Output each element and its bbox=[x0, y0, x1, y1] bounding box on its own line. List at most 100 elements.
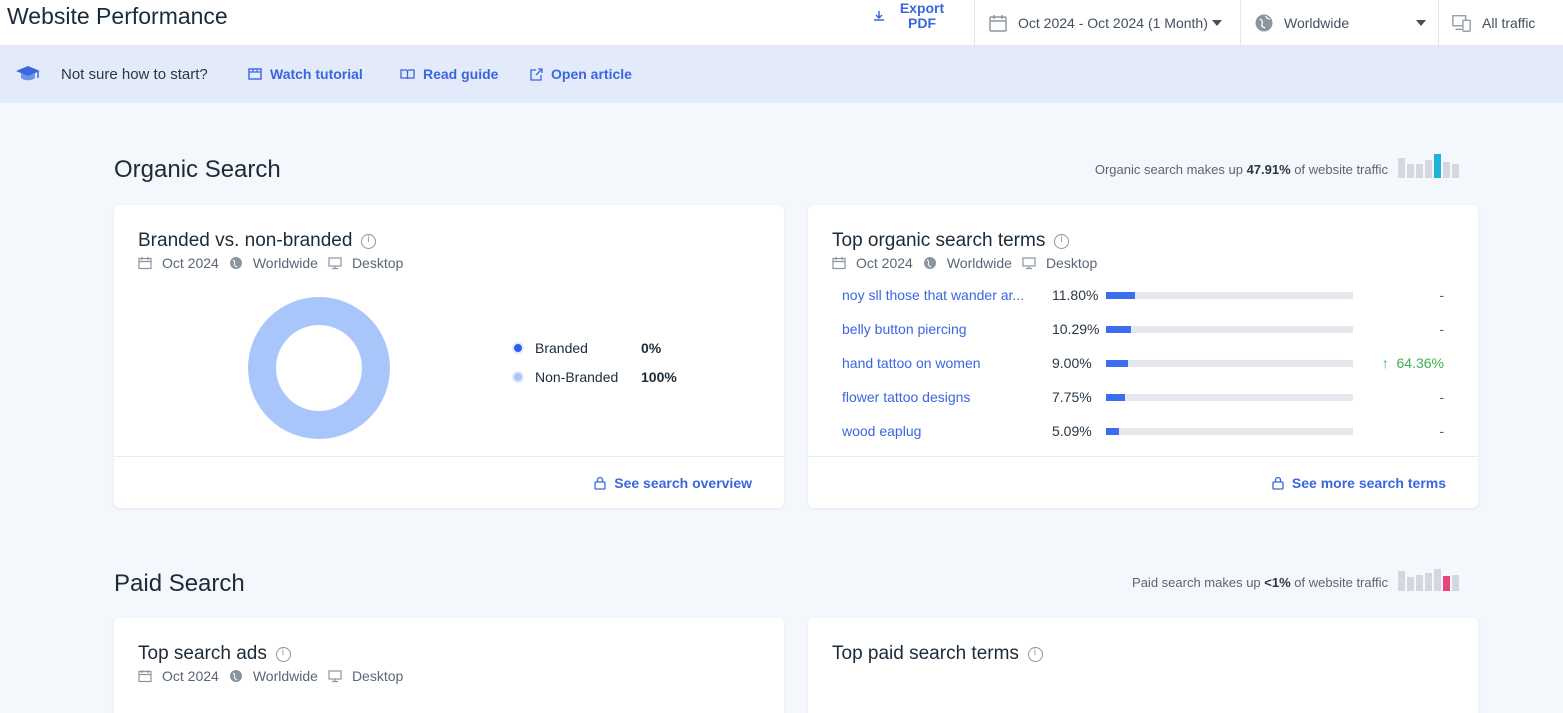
see-more-search-terms-link[interactable]: See more search terms bbox=[1272, 475, 1446, 491]
organic-accent-bar bbox=[1434, 154, 1441, 178]
book-icon bbox=[400, 69, 415, 80]
info-icon[interactable] bbox=[1054, 233, 1070, 249]
arrow-up-icon: ↑ bbox=[1381, 355, 1397, 371]
graduation-cap-icon bbox=[16, 66, 40, 81]
header-divider bbox=[974, 0, 975, 46]
page-title: Website Performance bbox=[7, 3, 228, 29]
branded-card-title: Branded vs. non-branded bbox=[138, 230, 377, 252]
search-term-link[interactable]: noy sll those that wander ar... bbox=[842, 287, 1027, 303]
share-bar-fill bbox=[1106, 292, 1135, 299]
legend-item-non-branded: Non-Branded 100% bbox=[512, 369, 677, 385]
open-article-label: Open article bbox=[551, 66, 632, 82]
search-term-change: - bbox=[1439, 321, 1444, 337]
calendar-icon bbox=[832, 257, 846, 270]
video-icon bbox=[248, 68, 262, 80]
share-bar-track bbox=[1106, 360, 1353, 367]
globe-icon bbox=[923, 257, 936, 269]
paid-search-title: Paid Search bbox=[114, 570, 245, 597]
lock-icon bbox=[594, 476, 606, 490]
donut-segment-non-branded bbox=[248, 297, 390, 439]
share-bar-fill bbox=[1106, 394, 1125, 401]
search-term-link[interactable]: flower tattoo designs bbox=[842, 389, 1027, 405]
chevron-down-icon bbox=[1416, 20, 1426, 26]
paid-traffic-minichart bbox=[1398, 565, 1459, 591]
legend-dot-branded bbox=[512, 342, 524, 354]
calendar-icon bbox=[988, 13, 1008, 33]
search-term-change: - bbox=[1439, 287, 1444, 303]
share-bar-fill bbox=[1106, 428, 1119, 435]
watch-tutorial-link[interactable]: Watch tutorial bbox=[248, 66, 363, 82]
table-row: wood eaplug 5.09% - bbox=[842, 421, 1444, 441]
branded-donut-chart bbox=[248, 297, 390, 439]
watch-tutorial-label: Watch tutorial bbox=[270, 66, 363, 82]
search-term-change: ↑ 64.36% bbox=[1381, 355, 1444, 371]
paid-terms-card-title: Top paid search terms bbox=[832, 643, 1043, 665]
desktop-icon bbox=[328, 257, 342, 270]
download-icon bbox=[874, 11, 884, 21]
search-ads-card-title: Top search ads bbox=[138, 643, 291, 665]
card-divider bbox=[114, 456, 784, 457]
table-row: hand tattoo on women 9.00% ↑ 64.36% bbox=[842, 353, 1444, 373]
date-range-value: Oct 2024 - Oct 2024 (1 Month) bbox=[1018, 15, 1208, 31]
table-row: noy sll those that wander ar... 11.80% - bbox=[842, 285, 1444, 305]
paid-traffic-note: Paid search makes up <1% of website traf… bbox=[1132, 575, 1388, 590]
search-term-link[interactable]: wood eaplug bbox=[842, 423, 1027, 439]
calendar-icon bbox=[138, 257, 152, 270]
info-icon[interactable] bbox=[275, 646, 291, 662]
see-search-overview-link[interactable]: See search overview bbox=[594, 475, 752, 491]
desktop-icon bbox=[328, 670, 342, 683]
search-term-share: 11.80% bbox=[1052, 287, 1099, 303]
globe-icon bbox=[229, 257, 242, 269]
search-ads-card-meta: Oct 2024 Worldwide Desktop bbox=[138, 668, 413, 684]
organic-terms-card-title: Top organic search terms bbox=[832, 230, 1070, 252]
table-row: belly button piercing 10.29% - bbox=[842, 319, 1444, 339]
organic-traffic-minichart bbox=[1398, 152, 1459, 178]
traffic-value: All traffic bbox=[1482, 15, 1536, 31]
search-term-share: 9.00% bbox=[1052, 355, 1092, 371]
search-ads-card: Top search ads Oct 2024 Worldwide Deskto… bbox=[114, 618, 784, 713]
region-selector[interactable]: Worldwide bbox=[1254, 0, 1426, 46]
open-article-link[interactable]: Open article bbox=[530, 66, 632, 82]
search-term-change: - bbox=[1439, 423, 1444, 439]
organic-traffic-share: 47.91% bbox=[1246, 162, 1291, 177]
traffic-selector[interactable]: All traffic bbox=[1452, 0, 1535, 46]
share-bar-fill bbox=[1106, 326, 1131, 333]
organic-search-title: Organic Search bbox=[114, 156, 281, 183]
external-link-icon bbox=[530, 67, 543, 81]
share-bar-track bbox=[1106, 292, 1353, 299]
read-guide-link[interactable]: Read guide bbox=[400, 66, 498, 82]
share-bar-track bbox=[1106, 428, 1353, 435]
organic-traffic-note: Organic search makes up 47.91% of websit… bbox=[1094, 162, 1388, 177]
paid-accent-bar bbox=[1443, 576, 1450, 591]
date-range-picker[interactable]: Oct 2024 - Oct 2024 (1 Month) bbox=[988, 0, 1222, 46]
card-divider bbox=[808, 456, 1478, 457]
legend-dot-non-branded bbox=[512, 371, 524, 383]
calendar-icon bbox=[138, 670, 152, 683]
share-bar-track bbox=[1106, 394, 1353, 401]
info-icon[interactable] bbox=[1027, 646, 1043, 662]
chevron-down-icon bbox=[1211, 20, 1222, 26]
lock-icon bbox=[1272, 476, 1284, 490]
desktop-icon bbox=[1022, 257, 1036, 270]
share-bar-track bbox=[1106, 326, 1353, 333]
branded-card: Branded vs. non-branded Oct 2024 Worldwi… bbox=[114, 205, 784, 508]
read-guide-label: Read guide bbox=[423, 66, 499, 82]
search-term-share: 7.75% bbox=[1052, 389, 1092, 405]
devices-icon bbox=[1452, 13, 1472, 33]
help-banner: Not sure how to start? Watch tutorial Re… bbox=[0, 46, 1563, 103]
search-term-link[interactable]: belly button piercing bbox=[842, 321, 1027, 337]
legend-item-branded: Branded 0% bbox=[512, 340, 661, 356]
export-pdf-label: Export PDF bbox=[899, 0, 945, 31]
region-value: Worldwide bbox=[1284, 15, 1350, 31]
organic-terms-card: Top organic search terms Oct 2024 Worldw… bbox=[808, 205, 1478, 508]
branded-card-meta: Oct 2024 Worldwide Desktop bbox=[138, 255, 413, 271]
search-term-share: 5.09% bbox=[1052, 423, 1092, 439]
header-divider bbox=[1240, 0, 1241, 46]
table-row: flower tattoo designs 7.75% - bbox=[842, 387, 1444, 407]
info-icon[interactable] bbox=[361, 233, 377, 249]
paid-terms-card: Top paid search terms bbox=[808, 618, 1478, 713]
help-question: Not sure how to start? bbox=[61, 66, 208, 83]
paid-traffic-share: <1% bbox=[1264, 575, 1291, 590]
export-pdf-button[interactable]: Export PDF bbox=[870, 1, 970, 33]
search-term-link[interactable]: hand tattoo on women bbox=[842, 355, 1027, 371]
